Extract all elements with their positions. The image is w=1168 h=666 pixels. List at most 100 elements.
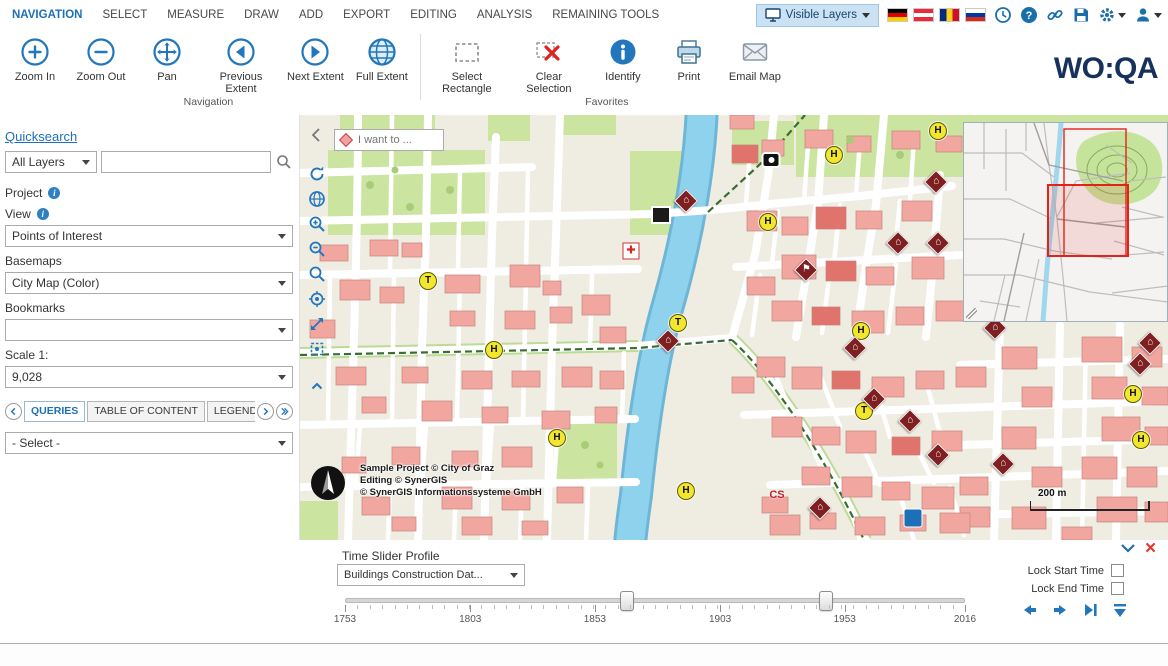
museum-marker[interactable]: ⌂ [898,409,922,433]
menu-tab-measure[interactable]: MEASURE [157,9,234,21]
sidebar-tab-legend[interactable]: LEGEND [207,401,255,422]
i-want-to-input[interactable] [356,133,443,147]
zoom-out-icon[interactable] [308,240,326,258]
email-map-button[interactable]: Email Map [722,34,788,83]
refresh-icon[interactable] [308,165,326,183]
museum-marker[interactable]: ⌂ [991,452,1015,476]
overview-resize-handle[interactable] [966,308,977,319]
lock-end-checkbox[interactable] [1111,582,1124,595]
tabs-scroll-right-button[interactable] [257,403,274,420]
settings-icon[interactable] [1098,5,1126,25]
search-input[interactable] [101,151,271,173]
panel-close-icon[interactable] [1145,539,1156,559]
menu-tab-export[interactable]: EXPORT [333,9,400,21]
museum-marker[interactable]: ⌂ [926,231,950,255]
next-ext-button[interactable]: Next Extent [282,34,349,83]
link-icon[interactable] [1046,5,1064,25]
museum-marker[interactable]: ⌂ [656,329,680,353]
menu-tab-draw[interactable]: DRAW [234,9,289,21]
zoom-window-icon[interactable] [308,265,326,283]
flag-marker[interactable]: ⚑ [794,258,818,282]
quicksearch-link[interactable]: Quicksearch [5,129,77,144]
full-extent-arrows-icon[interactable] [308,315,326,333]
t-stop-marker[interactable]: T [669,314,687,332]
center-target-icon[interactable] [308,340,326,358]
identify-button[interactable]: Identify [590,34,656,83]
user-icon[interactable] [1134,5,1162,25]
sidebar-tab-table-of-content[interactable]: TABLE OF CONTENT [87,401,205,422]
menu-tab-remaining-tools[interactable]: REMAINING TOOLS [542,9,669,21]
panel-collapse-icon[interactable] [1120,543,1136,555]
zoom-in-button[interactable]: Zoom In [2,34,68,83]
search-icon[interactable] [275,153,293,171]
zoom-out-button[interactable]: Zoom Out [68,34,134,83]
toolbar-collapse-up-icon[interactable] [308,377,326,395]
menu-tab-select[interactable]: SELECT [93,9,158,21]
tabs-scroll-left-button[interactable] [5,403,22,420]
info-icon[interactable] [48,187,60,199]
history-icon[interactable] [994,5,1012,25]
menu-tab-add[interactable]: ADD [289,9,333,21]
red-cross-marker[interactable] [623,243,640,260]
flag-austria-icon[interactable] [913,8,934,22]
landmark-marker[interactable] [653,208,669,222]
scale-select[interactable]: 9,028 [5,366,293,388]
museum-marker[interactable]: ⌂ [674,189,698,213]
museum-marker[interactable]: ⌂ [926,443,950,467]
select-rectangle-button[interactable]: Select Rectangle [426,34,508,95]
time-profile-select[interactable]: Buildings Construction Dat... [337,564,525,586]
h-stop-marker[interactable]: H [485,341,503,359]
step-back-icon[interactable] [1020,600,1040,620]
i-want-to-box[interactable] [334,129,444,151]
help-icon[interactable]: ? [1020,5,1038,25]
flag-germany-icon[interactable] [887,8,908,22]
menu-tab-editing[interactable]: EDITING [400,9,467,21]
menu-tab-navigation[interactable]: NAVIGATION [2,9,93,21]
print-button[interactable]: Print [656,34,722,83]
bookmark-select[interactable] [5,319,293,341]
museum-marker[interactable]: ⌂ [1128,352,1152,376]
pan-button[interactable]: Pan [134,34,200,83]
museum-marker[interactable]: ⌂ [924,170,948,194]
flag-romania-icon[interactable] [939,8,960,22]
basemap-select[interactable]: City Map (Color) [5,272,293,294]
h-stop-marker[interactable]: H [825,146,843,164]
visible-layers-button[interactable]: Visible Layers [756,4,879,27]
zoom-in-icon[interactable] [308,215,326,233]
flag-russia-icon[interactable] [965,8,986,22]
locate-icon[interactable] [308,290,326,308]
save-icon[interactable] [1072,5,1090,25]
h-stop-marker[interactable]: H [759,213,777,231]
expand-down-icon[interactable] [1110,600,1130,620]
scalebar: 200 m [1030,483,1150,511]
map-viewport[interactable]: HHHHHHHHHTTT⌂⌂⌂⌂⚑⌂⌂⌂⌂⌂⌂⌂⌂⌂⌂CS [300,115,1168,540]
lock-start-checkbox[interactable] [1111,564,1124,577]
museum-marker[interactable]: ⌂ [886,231,910,255]
tabs-overflow-button[interactable] [276,403,293,420]
cs-label-marker[interactable]: CS [769,485,784,503]
play-icon[interactable] [1080,600,1100,620]
step-forward-icon[interactable] [1050,600,1070,620]
search-scope-select[interactable]: All Layers [5,151,97,173]
menu-tab-analysis[interactable]: ANALYSIS [467,9,542,21]
h-stop-marker[interactable]: H [548,429,566,447]
museum-marker[interactable]: ⌂ [808,496,832,520]
full-extent-button[interactable]: Full Extent [349,34,415,83]
h-stop-marker[interactable]: H [677,482,695,500]
museum-marker[interactable]: ⌂ [1138,331,1162,355]
h-stop-marker[interactable]: H [1132,431,1150,449]
h-stop-marker[interactable]: H [929,122,947,140]
h-stop-marker[interactable]: H [1124,385,1142,403]
previous-ext-button[interactable]: Previous Extent [200,34,282,95]
info-icon[interactable] [37,208,49,220]
query-select[interactable]: - Select - [5,432,293,454]
sidebar-collapse-icon[interactable] [310,127,322,143]
clear-selection-button[interactable]: Clear Selection [508,34,590,95]
view-select[interactable]: Points of Interest [5,225,293,247]
sidebar-tab-queries[interactable]: QUERIES [24,401,85,422]
camera-marker[interactable] [764,154,779,166]
overview-globe-icon[interactable] [308,190,326,208]
parking-marker[interactable] [905,510,922,527]
t-stop-marker[interactable]: T [419,272,437,290]
overview-map[interactable] [963,122,1168,322]
